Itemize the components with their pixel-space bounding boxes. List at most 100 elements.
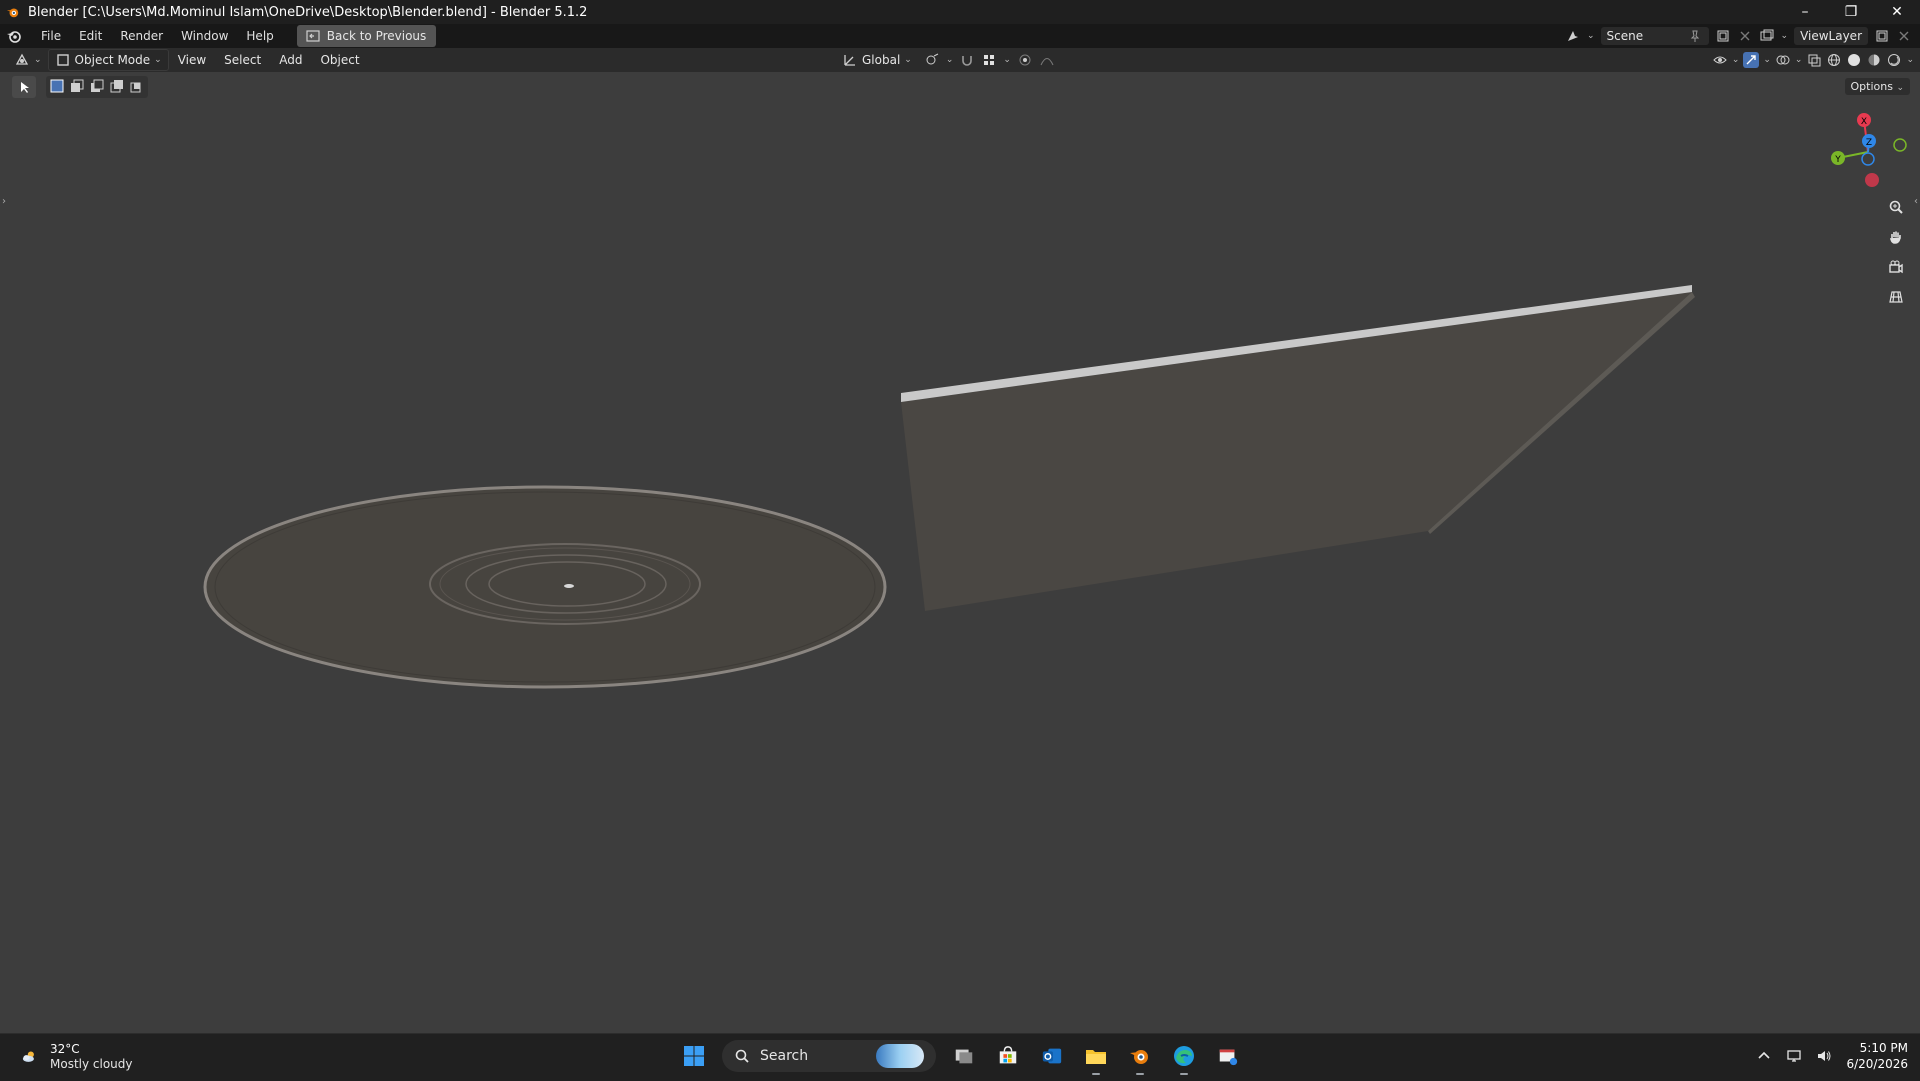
delete-view-layer-icon[interactable] [1896,28,1912,44]
snap-toggle-icon[interactable] [959,52,975,68]
orientation-global-icon [842,52,858,68]
chevron-down-icon[interactable]: ⌄ [1795,55,1803,65]
top-menubar: File Edit Render Window Help Back to Pre… [0,24,1920,48]
outlook-icon[interactable] [1036,1040,1068,1072]
search-highlight-image [876,1044,924,1068]
back-screen-icon [305,28,321,44]
window-titlebar: Blender [C:\Users\Md.Mominul Islam\OneDr… [0,0,1920,24]
camera-view-icon[interactable] [1884,256,1908,278]
clock-time: 5:10 PM [1859,1041,1908,1055]
microsoft-store-icon[interactable] [992,1040,1024,1072]
file-explorer-icon[interactable] [1080,1040,1112,1075]
viewport-scene [203,285,1695,689]
3d-viewport-editor-icon [14,52,30,68]
rendered-shading-icon[interactable] [1886,52,1902,68]
menu-render[interactable]: Render [111,29,172,43]
proportional-editing-icon[interactable] [1017,52,1033,68]
view-layer-icon[interactable] [1759,28,1775,44]
menu-file[interactable]: File [32,29,70,43]
taskbar-search-input[interactable]: Search [722,1040,936,1072]
scene-name: Scene [1606,29,1644,43]
menu-object[interactable]: Object [311,53,368,67]
chevron-down-icon[interactable]: ⌄ [1763,55,1771,65]
delete-scene-icon[interactable] [1737,28,1753,44]
chevron-down-icon[interactable]: ⌄ [1587,31,1595,41]
snap-increment-icon[interactable] [981,52,997,68]
transform-orientation-dropdown[interactable]: Global ⌄ [836,50,918,70]
viewport-nav-tools [1884,196,1908,308]
falloff-curve-icon[interactable] [1039,52,1055,68]
3d-viewport[interactable]: › ‹ [0,72,1920,1033]
gizmo-z-label: Z [1866,138,1872,148]
close-button[interactable]: ✕ [1874,0,1920,24]
record-sleeve[interactable] [901,285,1695,611]
volume-icon[interactable] [1816,1048,1832,1064]
overlays-toggle-icon[interactable] [1775,52,1791,68]
system-tray: 5:10 PM 6/20/2026 [1756,1040,1908,1072]
viewport-display-tools: ⌄ ⌄ ⌄ ⌄ [1712,48,1914,72]
menu-add[interactable]: Add [270,53,311,67]
running-indicator [1136,1073,1144,1075]
running-indicator [1092,1073,1100,1075]
weather-widget[interactable]: 32°C Mostly cloudy [16,1042,133,1072]
menu-view[interactable]: View [169,53,215,67]
scene-field[interactable]: Scene [1600,27,1709,45]
chevron-down-icon[interactable]: ⌄ [1781,31,1789,41]
new-view-layer-icon[interactable] [1874,28,1890,44]
navigation-gizmo[interactable]: X Y Z [1820,108,1920,194]
back-to-previous-label: Back to Previous [326,29,427,43]
chevron-down-icon[interactable]: ⌄ [946,55,954,65]
menu-window[interactable]: Window [172,29,237,43]
material-preview-icon[interactable] [1866,52,1882,68]
pivot-point-icon[interactable] [924,52,940,68]
windows-start-icon[interactable] [678,1040,710,1072]
running-indicator [1180,1073,1188,1075]
blender-app-icon [6,5,20,19]
transform-tools: Global ⌄ ⌄ ⌄ [836,48,1055,72]
wireframe-shading-icon[interactable] [1826,52,1842,68]
menu-edit[interactable]: Edit [70,29,111,43]
clock-date: 6/20/2026 [1846,1057,1908,1071]
window-title: Blender [C:\Users\Md.Mominul Islam\OneDr… [28,4,588,20]
restore-button[interactable]: ❐ [1828,0,1874,24]
search-icon [734,1048,750,1064]
gizmo-x-label: X [1861,117,1867,127]
xray-toggle-icon[interactable] [1806,52,1822,68]
editor-type-button[interactable]: ⌄ [8,50,48,70]
blender-icon[interactable] [1124,1040,1156,1075]
chevron-down-icon[interactable]: ⌄ [1003,55,1011,65]
gizmo-toggle-icon[interactable] [1743,52,1760,68]
task-view-icon[interactable] [948,1040,980,1072]
object-visibility-icon[interactable] [1712,52,1728,68]
object-mode-dropdown[interactable]: Object Mode ⌄ [47,49,169,71]
zoom-icon[interactable] [1884,196,1908,218]
network-icon[interactable] [1786,1048,1802,1064]
scene-selector-icon[interactable] [1565,28,1581,44]
taskbar-clock[interactable]: 5:10 PM 6/20/2026 [1846,1040,1908,1072]
pan-hand-icon[interactable] [1884,226,1908,248]
transform-orientation-label: Global [862,53,901,67]
gizmo-y-label: Y [1834,155,1841,165]
edge-icon[interactable] [1168,1040,1200,1075]
chevron-down-icon[interactable]: ⌄ [1906,55,1914,65]
menu-select[interactable]: Select [215,53,270,67]
taskbar-apps: Search [678,1040,1244,1075]
snipping-tool-icon[interactable] [1212,1040,1244,1072]
minimize-button[interactable]: – [1782,0,1828,24]
menu-help[interactable]: Help [237,29,282,43]
view-layer-field[interactable]: ViewLayer [1794,27,1868,45]
toolbar-expand-arrow-icon[interactable]: › [2,196,6,207]
blender-logo-icon[interactable] [6,28,22,44]
object-mode-icon [55,52,71,68]
new-scene-icon[interactable] [1715,28,1731,44]
sidebar-expand-arrow-icon[interactable]: ‹ [1914,196,1918,207]
pin-icon[interactable] [1687,28,1703,44]
show-hidden-icons-chevron-icon[interactable] [1756,1048,1772,1064]
perspective-grid-icon[interactable] [1884,286,1908,308]
search-placeholder: Search [760,1048,809,1064]
vinyl-record[interactable] [203,485,887,689]
weather-condition: Mostly cloudy [50,1057,133,1071]
back-to-previous-button[interactable]: Back to Previous [296,25,437,47]
solid-shading-icon[interactable] [1846,52,1862,68]
chevron-down-icon[interactable]: ⌄ [1732,55,1740,65]
